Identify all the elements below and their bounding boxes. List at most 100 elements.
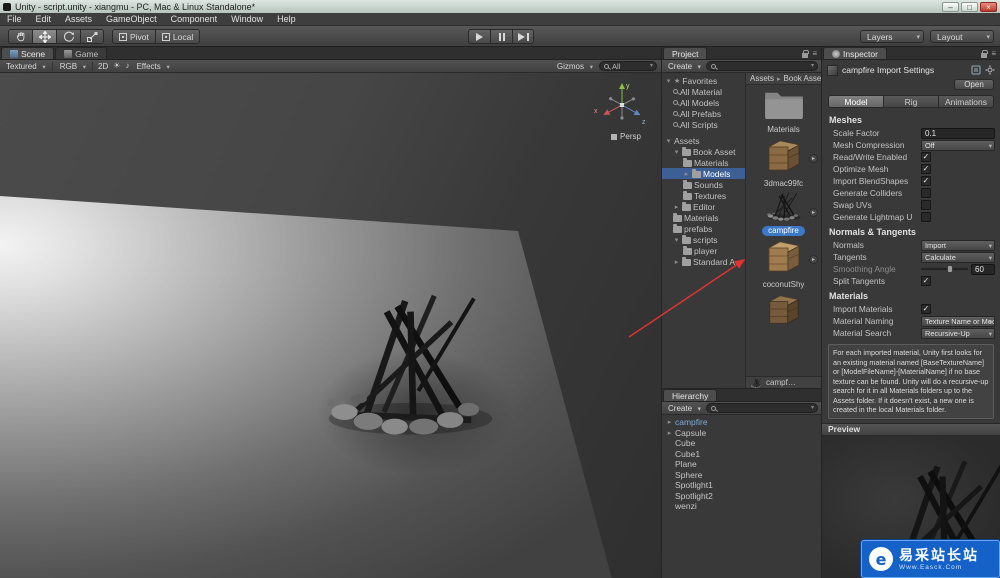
optimize-mesh-checkbox[interactable]: ✓ [921,164,931,174]
play-button[interactable] [468,29,490,44]
pan-tool-button[interactable] [8,29,32,44]
scene-search-input[interactable]: All [599,61,657,71]
generate-colliders-checkbox[interactable] [921,188,931,198]
tree-item-scripts[interactable]: scripts [662,234,745,245]
project-search-input[interactable] [706,61,818,71]
asset-expand-icon[interactable] [809,154,818,163]
gizmos-dropdown[interactable]: Gizmos [555,62,594,71]
tab-rig[interactable]: Rig [883,95,938,108]
scene-viewport[interactable]: y x z Persp [0,73,661,578]
scene-lighting-toggle-icon[interactable] [113,61,120,71]
hierarchy-create-button[interactable]: Create [665,404,703,413]
split-tangents-checkbox[interactable]: ✓ [921,276,931,286]
menu-help[interactable]: Help [270,13,303,26]
hierarchy-item-plane[interactable]: Plane [662,459,821,470]
hierarchy-item-campfire[interactable]: campfire [662,417,821,428]
material-naming-dropdown[interactable]: Texture Name or Mod [921,315,995,327]
asset-item-campfire[interactable]: campfire [746,191,821,236]
tree-item-models[interactable]: Models [662,168,745,179]
import-materials-checkbox[interactable]: ✓ [921,304,931,314]
tab-animations[interactable]: Animations [938,95,994,108]
tab-inspector[interactable]: Inspector [823,47,887,59]
tree-item-all-material[interactable]: All Material [662,86,745,97]
tree-item-materials[interactable]: Materials [662,157,745,168]
breadcrumb-current[interactable]: Book Asse [784,74,821,83]
minimize-button[interactable]: – [942,1,959,12]
hierarchy-item-cube[interactable]: Cube [662,438,821,449]
import-blendshapes-checkbox[interactable]: ✓ [921,176,931,186]
asset-item-materials-folder[interactable]: Materials [746,88,821,135]
move-tool-button[interactable] [32,29,56,44]
tree-item-player[interactable]: player [662,245,745,256]
layout-dropdown[interactable]: Layout [930,30,994,43]
swap-uvs-checkbox[interactable] [921,200,931,210]
mesh-compression-dropdown[interactable]: Off [921,139,995,151]
hierarchy-item-wenzi[interactable]: wenzi [662,501,821,512]
tab-project[interactable]: Project [663,47,708,59]
normals-dropdown[interactable]: Import [921,239,995,251]
render-mode-dropdown[interactable]: RGB [58,62,87,71]
tree-item-assets[interactable]: Assets [662,135,745,146]
tab-model[interactable]: Model [828,95,883,108]
preview-header[interactable]: Preview [822,422,1000,436]
asset-item-partial[interactable] [746,293,821,332]
tree-item-standard-assets[interactable]: Standard A [662,256,745,267]
tree-item-all-prefabs[interactable]: All Prefabs [662,108,745,119]
hierarchy-item-sphere[interactable]: Sphere [662,470,821,481]
hierarchy-item-capsule[interactable]: Capsule [662,428,821,439]
menu-assets[interactable]: Assets [58,13,99,26]
campfire-model[interactable] [318,293,503,436]
tree-item-book-asset[interactable]: Book Asset [662,146,745,157]
menu-component[interactable]: Component [164,13,225,26]
menu-gameobject[interactable]: GameObject [99,13,164,26]
gear-icon[interactable] [985,65,995,75]
tab-game[interactable]: Game [55,47,108,59]
help-icon[interactable] [971,65,981,75]
scene-audio-toggle-icon[interactable] [125,61,129,71]
menu-edit[interactable]: Edit [29,13,59,26]
scene-axis-gizmo[interactable]: y x z [590,79,654,135]
smoothing-angle-slider[interactable] [921,265,968,273]
tree-item-all-scripts[interactable]: All Scripts [662,119,745,130]
asset-item-coconutshy[interactable]: coconutShy [746,239,821,290]
tangents-dropdown[interactable]: Calculate [921,251,995,263]
hierarchy-item-spotlight1[interactable]: Spotlight1 [662,480,821,491]
tree-item-materials-root[interactable]: Materials [662,212,745,223]
pause-button[interactable] [490,29,512,44]
panel-menu-icon[interactable] [991,50,996,58]
pivot-toggle[interactable]: Pivot [112,29,155,44]
tree-item-sounds[interactable]: Sounds [662,179,745,190]
2d-toggle[interactable]: 2D [98,62,108,71]
hierarchy-item-spotlight2[interactable]: Spotlight2 [662,491,821,502]
asset-expand-icon[interactable] [809,255,818,264]
generate-lightmap-checkbox[interactable] [921,212,931,222]
lock-icon[interactable] [981,50,989,58]
rotate-tool-button[interactable] [56,29,80,44]
hierarchy-search-input[interactable] [706,403,818,413]
slider-knob[interactable] [947,265,954,273]
menu-window[interactable]: Window [224,13,270,26]
effects-dropdown[interactable]: Effects [134,62,170,71]
asset-expand-icon[interactable] [809,208,818,217]
scale-factor-input[interactable]: 0.1 [921,127,995,139]
tree-item-prefabs[interactable]: prefabs [662,223,745,234]
perspective-toggle[interactable]: Persp [596,132,656,141]
maximize-button[interactable]: □ [961,1,978,12]
hierarchy-item-cube1[interactable]: Cube1 [662,449,821,460]
tab-hierarchy[interactable]: Hierarchy [663,389,718,401]
read-write-checkbox[interactable]: ✓ [921,152,931,162]
shading-mode-dropdown[interactable]: Textured [4,62,47,71]
tree-item-editor[interactable]: Editor [662,201,745,212]
tree-item-favorites[interactable]: Favorites [662,75,745,86]
project-create-button[interactable]: Create [665,62,703,71]
lock-icon[interactable] [802,50,810,58]
scale-tool-button[interactable] [80,29,104,44]
open-button[interactable]: Open [954,79,994,90]
material-search-dropdown[interactable]: Recursive-Up [921,327,995,339]
step-button[interactable] [512,29,534,44]
local-toggle[interactable]: Local [154,29,201,44]
asset-item-3dmac99fc[interactable]: 3dmac99fc [746,138,821,189]
tree-item-all-models[interactable]: All Models [662,97,745,108]
smoothing-angle-input[interactable]: 60 [971,263,995,275]
layers-dropdown[interactable]: Layers [860,30,924,43]
